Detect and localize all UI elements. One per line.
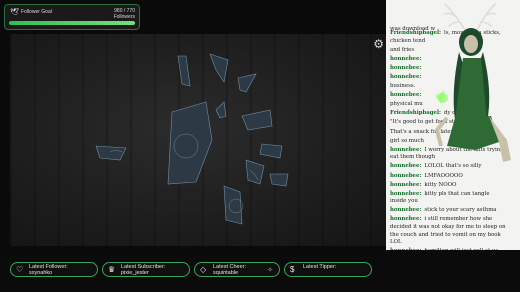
shard	[177, 55, 191, 87]
shard	[269, 173, 289, 187]
heart-icon: ♡	[16, 265, 24, 274]
latest-subscriber-pill: ♛ Latest Subscriber: pixie_jester	[102, 262, 190, 277]
dollar-icon: $	[290, 265, 295, 274]
game-viewport: ⚙	[10, 34, 396, 246]
chat-username: honnebee:	[390, 181, 422, 188]
shard	[167, 101, 213, 185]
goal-progress-bar	[9, 21, 135, 25]
latest-tipper-pill: $ Latest Tipper:	[284, 262, 372, 277]
latest-cheer-value: squintable	[213, 270, 239, 276]
goal-progress-fill	[9, 21, 135, 25]
shard	[209, 53, 229, 83]
shard	[259, 143, 283, 159]
shard	[245, 159, 265, 185]
chat-text: and fries	[390, 46, 415, 53]
chat-message: honnebee: kitty NOOO	[390, 182, 506, 190]
chat-username: honnebee:	[390, 207, 422, 214]
bird-icon: 🕊	[10, 9, 19, 16]
chat-text: business.	[390, 83, 416, 90]
follower-goal-widget: 🕊 Follower Goal 980 / 770 Followers	[4, 4, 140, 30]
event-footer: ♡ Latest Follower: sxynahko ♛ Latest Sub…	[0, 256, 520, 292]
latest-follower-value: sxynahko	[29, 270, 53, 276]
latest-tipper-label: Latest Tipper:	[303, 264, 337, 270]
shard	[215, 101, 227, 119]
avatar-character	[434, 3, 511, 162]
chat-username: honnebee:	[390, 190, 422, 197]
latest-cheer-pill: ◇ Latest Cheer: squintable ✧	[194, 262, 280, 277]
gear-icon[interactable]: ⚙	[373, 38, 384, 50]
shard	[241, 109, 273, 131]
chat-message: honnebee: stick to your scary asthma	[390, 207, 506, 215]
crown-icon: ♛	[108, 265, 116, 274]
shard	[223, 185, 243, 225]
chat-text: kitty NOOO	[424, 181, 457, 188]
latest-subscriber-value: pixie_jester	[121, 270, 149, 276]
latest-follower-pill: ♡ Latest Follower: sxynahko	[10, 262, 98, 277]
shard	[237, 73, 257, 93]
goal-unit: Followers	[113, 14, 135, 20]
sparkle-icon: ✧	[267, 267, 273, 274]
goal-label: Follower Goal	[21, 9, 52, 15]
gem-icon: ◇	[200, 265, 207, 274]
shattered-image-shards	[95, 53, 289, 225]
chat-message: honnebee: kitty pls that can tangle insid…	[390, 191, 506, 206]
chat-message: honnebee: i still remember how she decide…	[390, 216, 506, 246]
chat-username: honnebee:	[390, 216, 422, 223]
shard	[95, 145, 127, 161]
chat-text: stick to your scary asthma	[424, 207, 497, 214]
